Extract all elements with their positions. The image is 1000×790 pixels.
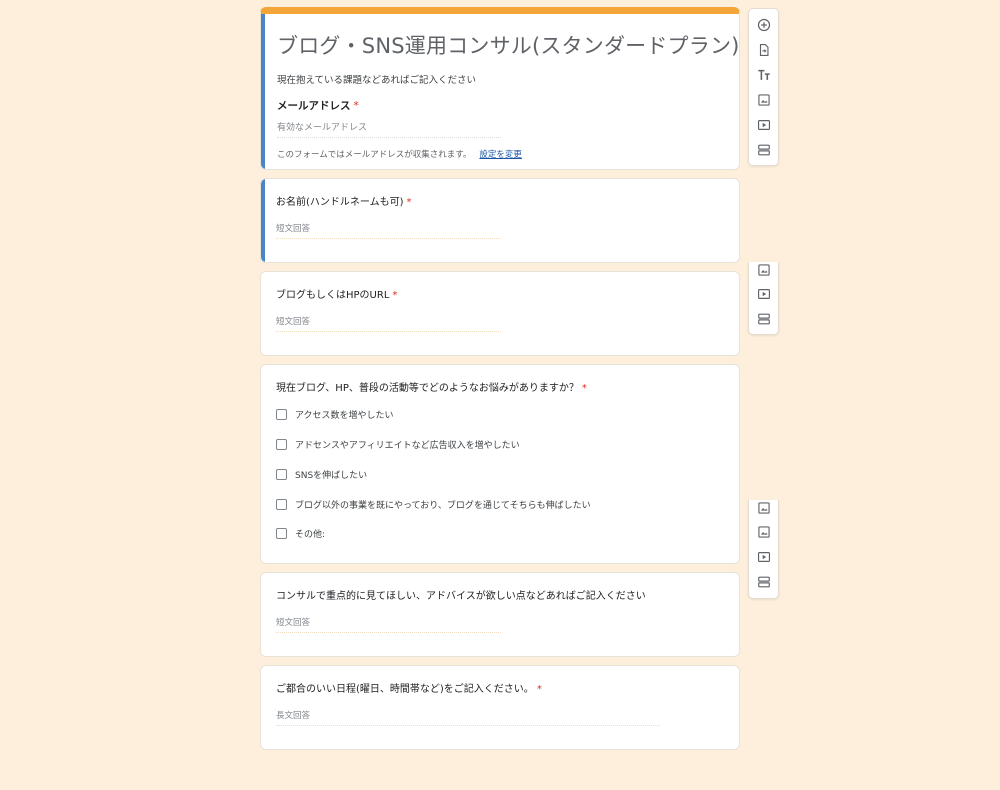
checkbox[interactable] — [276, 468, 287, 480]
question-text: お名前(ハンドルネームも可) — [276, 197, 404, 208]
question-title: ご都合のいい日程(曜日、時間帯など)をご記入ください。 * — [276, 680, 542, 695]
form-header-card[interactable]: ブログ・SNS運用コンサル(スタンダードプラン) 現在抱えている課題などあればご… — [260, 7, 740, 170]
required-mark: * — [581, 383, 587, 394]
form-description[interactable]: 現在抱えている課題などあればご記入ください — [277, 72, 476, 86]
option-label: SNSを伸ばしたい — [295, 470, 368, 481]
question-card-focus-points[interactable]: コンサルで重点的に見てほしい、アドバイスが欲しい点などあればご記入ください 短文… — [260, 572, 740, 657]
required-mark: * — [406, 197, 412, 208]
change-settings-link[interactable]: 設定を変更 — [479, 150, 522, 160]
checkbox[interactable] — [276, 498, 287, 510]
required-mark: * — [353, 100, 359, 112]
question-title: 現在ブログ、HP、普段の活動等でどのようなお悩みがありますか？ * — [276, 379, 587, 394]
question-card-name[interactable]: お名前(ハンドルネームも可) * 短文回答 — [260, 178, 740, 263]
email-label: メールアドレス * — [277, 98, 359, 113]
add-video-icon[interactable] — [756, 117, 772, 133]
add-image-icon[interactable] — [756, 500, 772, 516]
question-text: コンサルで重点的に見てほしい、アドバイスが欲しい点などあればご記入ください — [276, 591, 646, 602]
question-text: 現在ブログ、HP、普段の活動等でどのようなお悩みがありますか？ — [276, 383, 579, 394]
question-card-schedule[interactable]: ご都合のいい日程(曜日、時間帯など)をご記入ください。 * 長文回答 — [260, 665, 740, 750]
checkbox[interactable] — [276, 527, 287, 539]
add-section-icon[interactable] — [756, 574, 772, 590]
question-card-concerns[interactable]: 現在ブログ、HP、普段の活動等でどのようなお悩みがありますか？ * アクセス数を増… — [260, 364, 740, 564]
checkbox-option[interactable]: ブログ以外の事業を既にやっており、ブログを通じてそちらも伸ばしたい — [276, 497, 591, 511]
active-indicator — [261, 179, 265, 262]
add-video-icon[interactable] — [756, 286, 772, 302]
checkbox-option[interactable]: アドセンスやアフィリエイトなど広告収入を増やしたい — [276, 437, 520, 451]
floating-toolbar-fragment — [748, 262, 779, 335]
option-label: ブログ以外の事業を既にやっており、ブログを通じてそちらも伸ばしたい — [295, 500, 591, 511]
email-collection-note: このフォームではメールアドレスが収集されます。 設定を変更 — [277, 148, 522, 160]
question-card-url[interactable]: ブログもしくはHPのURL * 短文回答 — [260, 271, 740, 356]
add-question-icon[interactable] — [756, 17, 772, 33]
floating-toolbar-fragment — [748, 500, 779, 599]
question-text: ブログもしくはHPのURL — [276, 290, 390, 301]
email-field: 有効なメールアドレス — [277, 120, 501, 138]
form-title[interactable]: ブログ・SNS運用コンサル(スタンダードプラン) — [277, 30, 739, 60]
import-questions-icon[interactable] — [756, 42, 772, 58]
checkbox-option[interactable]: SNSを伸ばしたい — [276, 467, 367, 481]
checkbox-option[interactable]: アクセス数を増やしたい — [276, 407, 394, 421]
form-column: ブログ・SNS運用コンサル(スタンダードプラン) 現在抱えている課題などあればご… — [260, 7, 740, 750]
checkbox[interactable] — [276, 408, 287, 420]
question-text: ご都合のいい日程(曜日、時間帯など)をご記入ください。 — [276, 684, 534, 695]
floating-toolbar — [748, 8, 779, 166]
add-image-icon[interactable] — [756, 92, 772, 108]
required-mark: * — [536, 684, 542, 695]
option-label: その他: — [295, 529, 326, 540]
required-mark: * — [392, 290, 398, 301]
add-video-icon[interactable] — [756, 549, 772, 565]
short-answer-field: 短文回答 — [276, 315, 501, 332]
checkbox[interactable] — [276, 438, 287, 450]
short-answer-field: 短文回答 — [276, 222, 501, 239]
question-title: コンサルで重点的に見てほしい、アドバイスが欲しい点などあればご記入ください — [276, 587, 646, 602]
question-title: ブログもしくはHPのURL * — [276, 286, 397, 301]
add-image-icon[interactable] — [756, 524, 772, 540]
long-answer-field: 長文回答 — [276, 709, 660, 726]
email-label-text: メールアドレス — [277, 100, 351, 112]
collect-note-text: このフォームではメールアドレスが収集されます。 — [277, 150, 472, 160]
question-title: お名前(ハンドルネームも可) * — [276, 193, 412, 208]
option-label: アドセンスやアフィリエイトなど広告収入を増やしたい — [295, 440, 520, 451]
add-title-icon[interactable] — [756, 67, 772, 83]
active-indicator — [261, 14, 265, 169]
add-image-icon[interactable] — [756, 262, 772, 278]
checkbox-option-other[interactable]: その他: — [276, 526, 325, 540]
add-section-icon[interactable] — [756, 311, 772, 327]
short-answer-field: 短文回答 — [276, 616, 501, 633]
option-label: アクセス数を増やしたい — [295, 410, 394, 421]
add-section-icon[interactable] — [756, 142, 772, 158]
